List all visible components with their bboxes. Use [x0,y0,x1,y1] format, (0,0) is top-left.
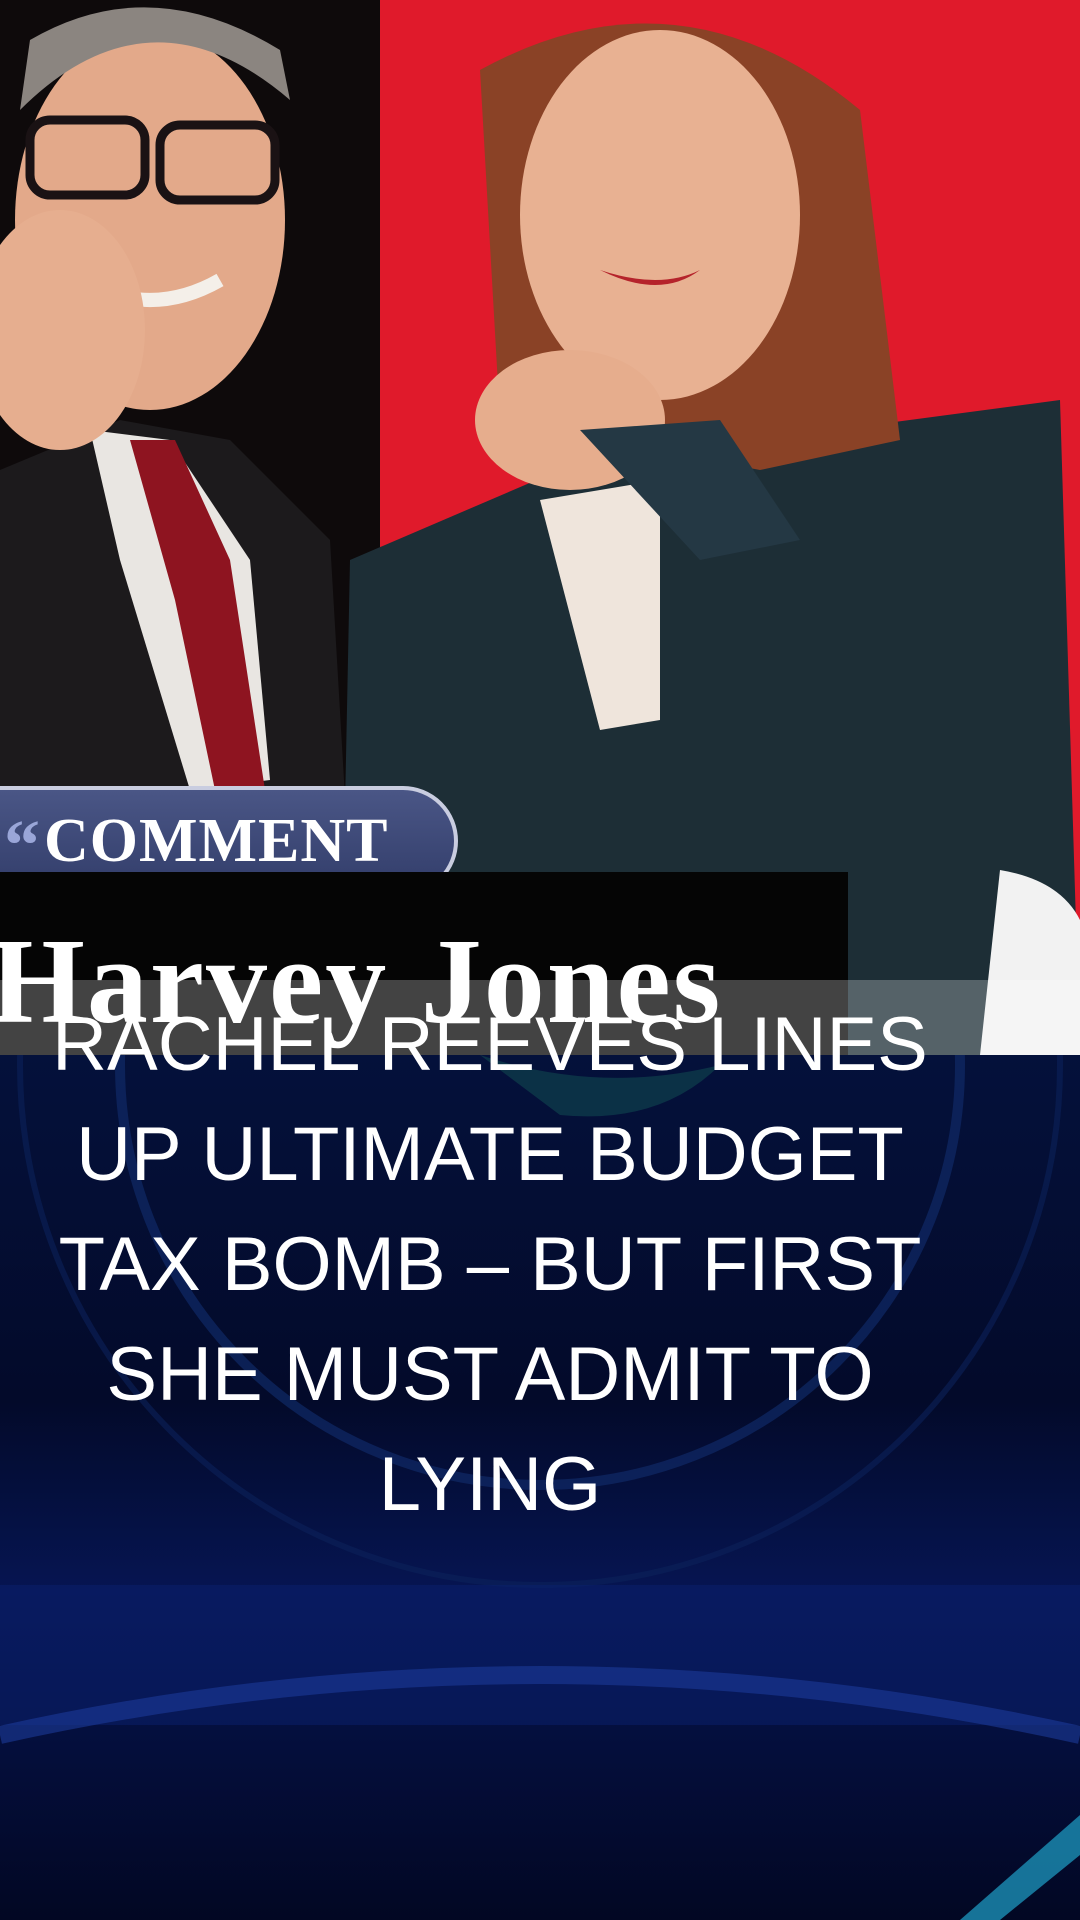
headline: RACHEL REEVES LINES UP ULTIMATE BUDGET T… [52,1002,928,1527]
quote-mark-icon: “ [4,805,40,885]
comment-label: COMMENT [44,806,389,875]
